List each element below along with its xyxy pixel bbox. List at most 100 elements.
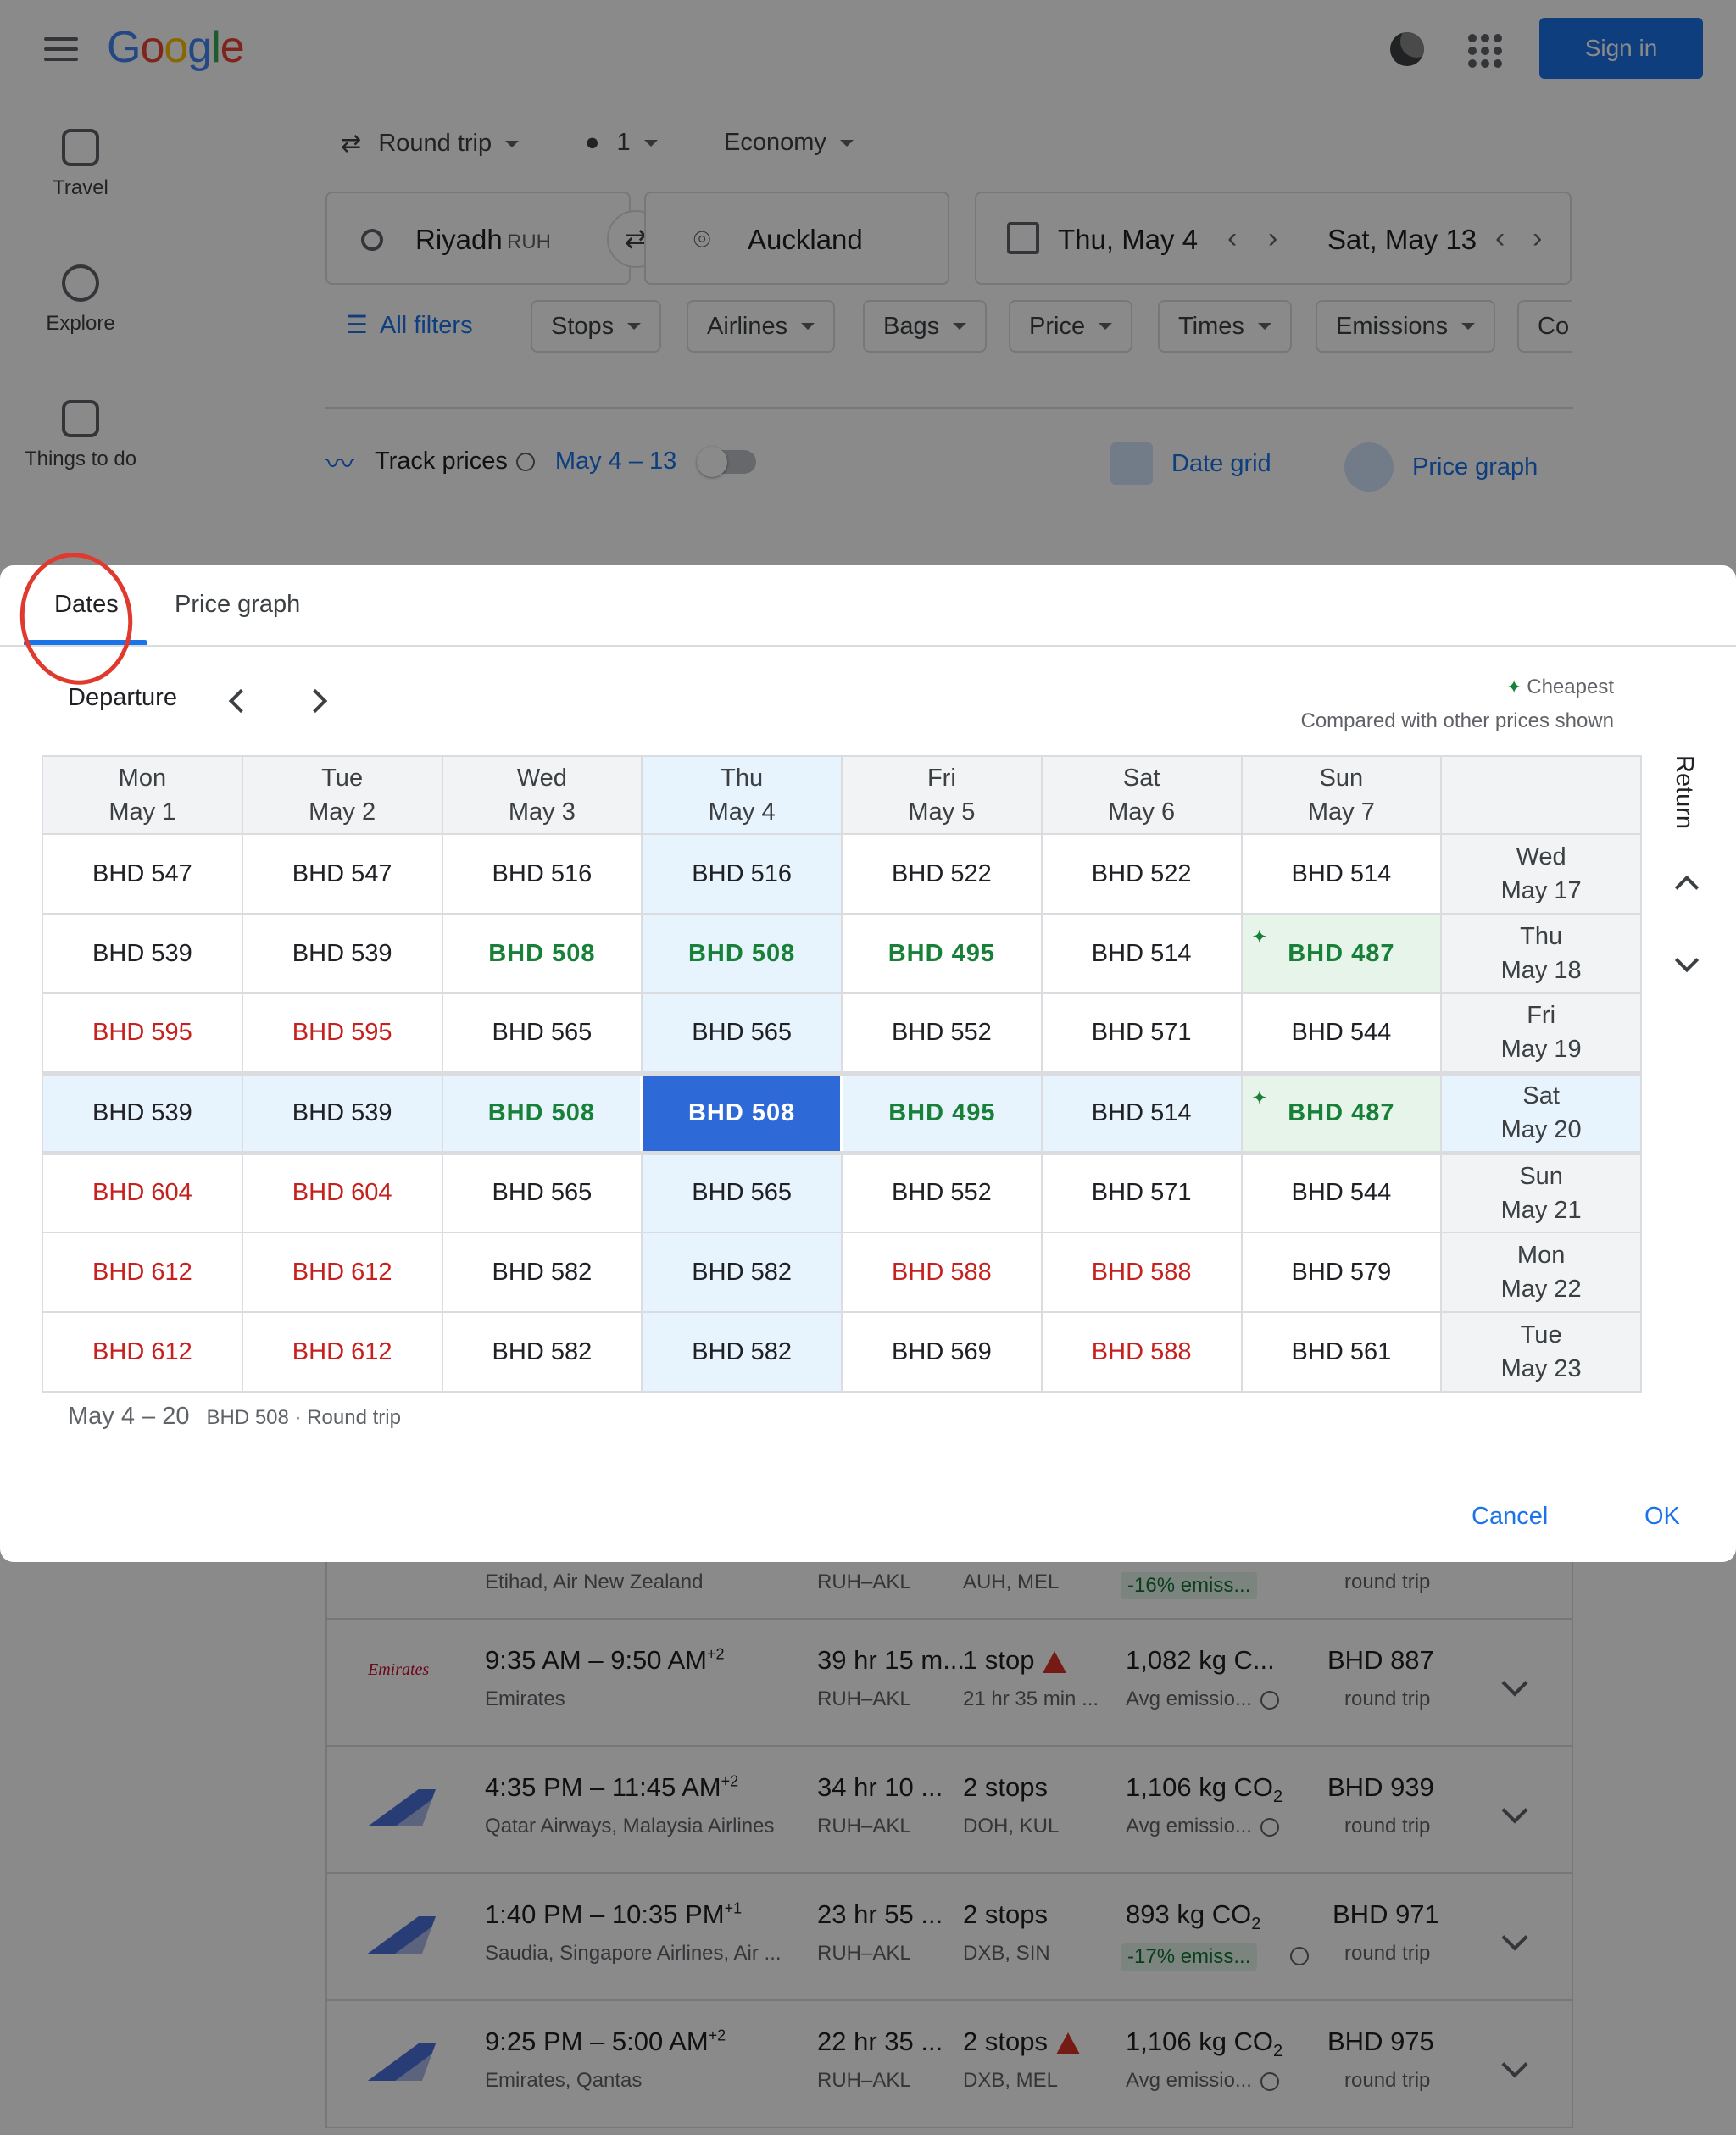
price-value: BHD 552 [892, 1018, 992, 1046]
price-cell[interactable]: BHD 539 [241, 913, 443, 994]
price-cell[interactable]: BHD 569 [841, 1311, 1043, 1393]
price-cell[interactable]: BHD 516 [641, 833, 843, 915]
price-cell[interactable]: BHD 571 [1040, 1152, 1243, 1233]
price-cell[interactable]: BHD 544 [1240, 1152, 1443, 1233]
date-price-grid: Mon May 1 Tue May 2 Wed May 3 Thu May 4 Fri May 5… [42, 755, 1642, 1393]
price-value: BHD 487 [1288, 1098, 1395, 1126]
row-day: Fri [1527, 1002, 1556, 1030]
price-value: BHD 582 [492, 1337, 593, 1365]
price-cell[interactable]: BHD 571 [1040, 992, 1243, 1074]
price-cell[interactable]: BHD 582 [441, 1311, 643, 1393]
return-row-label: Sat May 20 [1440, 1070, 1642, 1155]
cheapest-label: Cheapest [1527, 676, 1614, 698]
ok-button[interactable]: OK [1644, 1503, 1680, 1531]
departure-column-header: Thu May 4 [641, 755, 843, 835]
price-cell[interactable]: BHD 508 [640, 1070, 843, 1155]
price-cell[interactable]: BHD 508 [441, 913, 643, 994]
price-value: BHD 565 [692, 1018, 792, 1046]
return-row-label: Fri May 19 [1440, 992, 1642, 1074]
column-day: Mon [118, 764, 167, 792]
price-cell[interactable]: BHD 552 [841, 992, 1043, 1074]
price-cell[interactable]: BHD 508 [441, 1070, 643, 1155]
price-cell[interactable]: BHD 565 [641, 1152, 843, 1233]
column-date: May 5 [908, 798, 976, 826]
price-value: BHD 514 [1291, 859, 1392, 887]
price-cell[interactable]: BHD 588 [1040, 1311, 1243, 1393]
price-cell[interactable]: BHD 612 [241, 1232, 443, 1313]
price-cell[interactable]: BHD 547 [241, 833, 443, 915]
price-cell[interactable]: BHD 588 [841, 1232, 1043, 1313]
return-row: BHD 539 BHD 539 BHD 508 BHD 508 BHD 495 BHD 5… [42, 913, 1642, 994]
price-cell[interactable]: BHD 522 [1040, 833, 1243, 915]
price-value: BHD 516 [692, 859, 792, 887]
price-cell[interactable]: BHD 604 [42, 1152, 243, 1233]
price-value: BHD 588 [892, 1258, 992, 1286]
departure-label: Departure [68, 684, 177, 711]
price-value: BHD 612 [92, 1337, 192, 1365]
column-day: Thu [721, 764, 764, 792]
chevron-up-icon[interactable] [1674, 875, 1700, 900]
price-value: BHD 579 [1291, 1258, 1392, 1286]
price-cell[interactable]: BHD 588 [1040, 1232, 1243, 1313]
price-cell[interactable]: BHD 612 [42, 1311, 243, 1393]
row-date: May 17 [1500, 877, 1582, 904]
chevron-down-icon[interactable] [1674, 948, 1700, 973]
price-cell[interactable]: BHD 508 [641, 913, 843, 994]
price-cell[interactable]: ✦ BHD 487 [1240, 913, 1443, 994]
price-cell[interactable]: BHD 544 [1240, 992, 1443, 1074]
price-cell[interactable]: BHD 539 [241, 1070, 443, 1155]
price-cell[interactable]: BHD 539 [42, 1070, 243, 1155]
price-cell[interactable]: BHD 565 [441, 1152, 643, 1233]
row-day: Tue [1520, 1321, 1562, 1348]
price-cell[interactable]: BHD 579 [1240, 1232, 1443, 1313]
price-value: BHD 495 [888, 1098, 996, 1126]
row-day: Mon [1516, 1242, 1566, 1269]
column-day: Sat [1122, 764, 1160, 792]
price-cell[interactable]: BHD 582 [441, 1232, 643, 1313]
price-cell[interactable]: BHD 561 [1240, 1311, 1443, 1393]
row-date: May 20 [1500, 1116, 1582, 1143]
summary-price: BHD 508 · Round trip [206, 1406, 401, 1429]
tab-price-graph[interactable]: Price graph [175, 591, 300, 619]
price-cell[interactable]: BHD 495 [841, 913, 1043, 994]
cheapest-legend: ✦ Cheapest Compared with other prices sho… [1300, 670, 1614, 738]
row-day: Sat [1522, 1082, 1560, 1109]
compared-label: Compared with other prices shown [1300, 709, 1614, 732]
price-cell[interactable]: BHD 582 [641, 1311, 843, 1393]
chevron-left-icon[interactable] [228, 688, 253, 714]
grid-corner [1440, 755, 1642, 835]
price-cell[interactable]: ✦ BHD 487 [1240, 1070, 1443, 1155]
price-value: BHD 544 [1291, 1018, 1392, 1046]
chevron-right-icon[interactable] [303, 688, 328, 714]
price-value: BHD 582 [692, 1337, 792, 1365]
column-date: May 2 [309, 798, 376, 826]
column-day: Fri [926, 764, 956, 792]
price-cell[interactable]: BHD 582 [641, 1232, 843, 1313]
price-cell[interactable]: BHD 514 [1240, 833, 1443, 915]
price-cell[interactable]: BHD 547 [42, 833, 243, 915]
row-date: May 19 [1500, 1036, 1582, 1064]
price-cell[interactable]: BHD 565 [441, 992, 643, 1074]
price-value: BHD 539 [292, 1098, 392, 1126]
cancel-button[interactable]: Cancel [1472, 1503, 1548, 1531]
return-row: BHD 547 BHD 547 BHD 516 BHD 516 BHD 522 BHD 5… [42, 833, 1642, 915]
departure-column-header: Tue May 2 [241, 755, 443, 835]
price-cell[interactable]: BHD 522 [841, 833, 1043, 915]
price-cell[interactable]: BHD 612 [42, 1232, 243, 1313]
price-cell[interactable]: BHD 539 [42, 913, 243, 994]
return-label: Return [1671, 755, 1698, 830]
price-value: BHD 612 [292, 1337, 392, 1365]
price-cell[interactable]: BHD 604 [241, 1152, 443, 1233]
price-cell[interactable]: BHD 552 [841, 1152, 1043, 1233]
price-cell[interactable]: BHD 516 [441, 833, 643, 915]
price-cell[interactable]: BHD 514 [1040, 913, 1243, 994]
sparkle-icon: ✦ [1252, 1088, 1268, 1108]
price-cell[interactable]: BHD 495 [841, 1070, 1043, 1155]
price-cell[interactable]: BHD 595 [241, 992, 443, 1074]
price-cell[interactable]: BHD 514 [1040, 1070, 1243, 1155]
price-cell[interactable]: BHD 565 [641, 992, 843, 1074]
row-day: Thu [1520, 923, 1563, 950]
price-cell[interactable]: BHD 612 [241, 1311, 443, 1393]
price-cell[interactable]: BHD 595 [42, 992, 243, 1074]
dialog-tabs: Dates Price graph [0, 565, 1736, 647]
